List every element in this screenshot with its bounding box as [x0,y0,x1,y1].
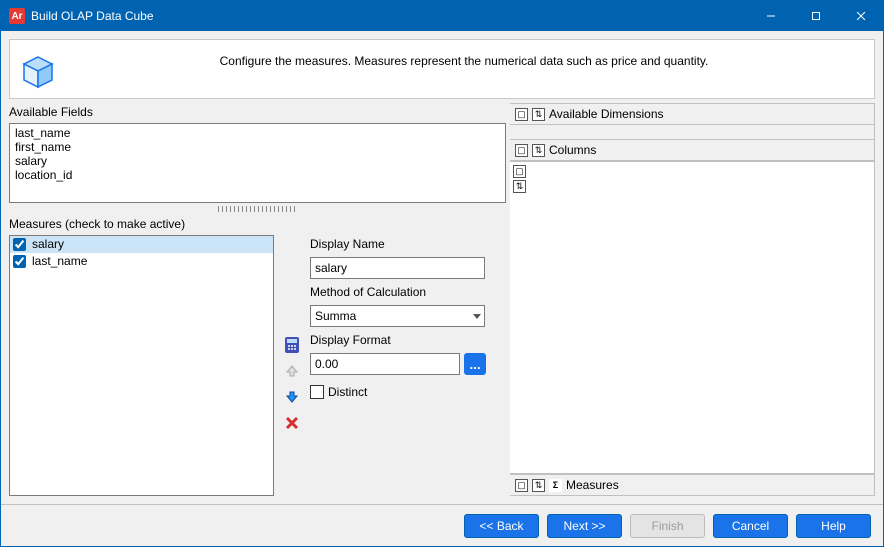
maximize-button[interactable] [793,1,838,31]
app-icon: Ar [9,8,25,24]
sigma-icon[interactable]: Σ [549,479,562,492]
method-select[interactable]: Summa [310,305,485,327]
available-fields-list[interactable]: last_name first_name salary location_id [9,123,506,203]
distinct-checkbox[interactable] [310,385,324,399]
expand-all-icon[interactable]: ▢ [515,144,528,157]
display-name-input[interactable] [310,257,485,279]
close-button[interactable] [838,1,883,31]
dialog-window: Ar Build OLAP Data Cube Configure [0,0,884,547]
button-bar: << Back Next >> Finish Cancel Help [1,504,883,546]
measure-checkbox[interactable] [13,238,26,251]
columns-header: ▢ ⇅ Columns [510,139,875,161]
sort-icon[interactable]: ⇅ [513,180,526,193]
available-field-item[interactable]: salary [12,154,503,168]
distinct-label: Distinct [328,385,367,399]
sort-icon[interactable]: ⇅ [532,479,545,492]
format-input[interactable] [310,353,460,375]
splitter-handle[interactable] [218,206,298,212]
move-down-icon[interactable] [282,387,302,407]
available-dimensions-label: Available Dimensions [549,107,664,121]
measure-item-label: salary [32,237,64,252]
measure-item-label: last_name [32,254,87,269]
titlebar: Ar Build OLAP Data Cube [1,1,883,31]
measure-item[interactable]: salary [10,236,273,253]
expand-all-icon[interactable]: ▢ [515,479,528,492]
method-value: Summa [315,309,356,323]
display-name-label: Display Name [310,235,502,253]
move-up-icon[interactable] [282,361,302,381]
next-button[interactable]: Next >> [547,514,622,538]
finish-button: Finish [630,514,705,538]
measures-header: ▢ ⇅ Σ Measures [510,474,875,496]
measure-item[interactable]: last_name [10,253,273,270]
wizard-header: Configure the measures. Measures represe… [9,39,875,99]
sort-icon[interactable]: ⇅ [532,108,545,121]
format-browse-button[interactable]: ... [464,353,486,375]
wizard-description: Configure the measures. Measures represe… [64,54,864,68]
help-button[interactable]: Help [796,514,871,538]
available-dimensions-header: ▢ ⇅ Available Dimensions [510,103,875,125]
columns-body: ▢ ⇅ [510,161,875,474]
available-field-item[interactable]: first_name [12,140,503,154]
format-label: Display Format [310,331,502,349]
method-label: Method of Calculation [310,283,502,301]
delete-icon[interactable] [282,413,302,433]
available-field-item[interactable]: location_id [12,168,503,182]
measure-detail-panel: Display Name Method of Calculation Summa… [310,235,506,496]
measures-label: Measures (check to make active) [9,215,506,233]
columns-label: Columns [549,143,596,157]
measures-header-label: Measures [566,478,619,492]
sort-icon[interactable]: ⇅ [532,144,545,157]
cancel-button[interactable]: Cancel [713,514,788,538]
back-button[interactable]: << Back [464,514,539,538]
measures-list[interactable]: salary last_name [9,235,274,496]
available-field-item[interactable]: last_name [12,126,503,140]
minimize-button[interactable] [748,1,793,31]
chevron-down-icon [473,314,481,319]
available-fields-label: Available Fields [9,103,506,121]
expand-all-icon[interactable]: ▢ [513,165,526,178]
calculator-icon[interactable] [282,335,302,355]
cube-icon [20,54,56,90]
measure-checkbox[interactable] [13,255,26,268]
window-title: Build OLAP Data Cube [31,9,154,23]
expand-all-icon[interactable]: ▢ [515,108,528,121]
